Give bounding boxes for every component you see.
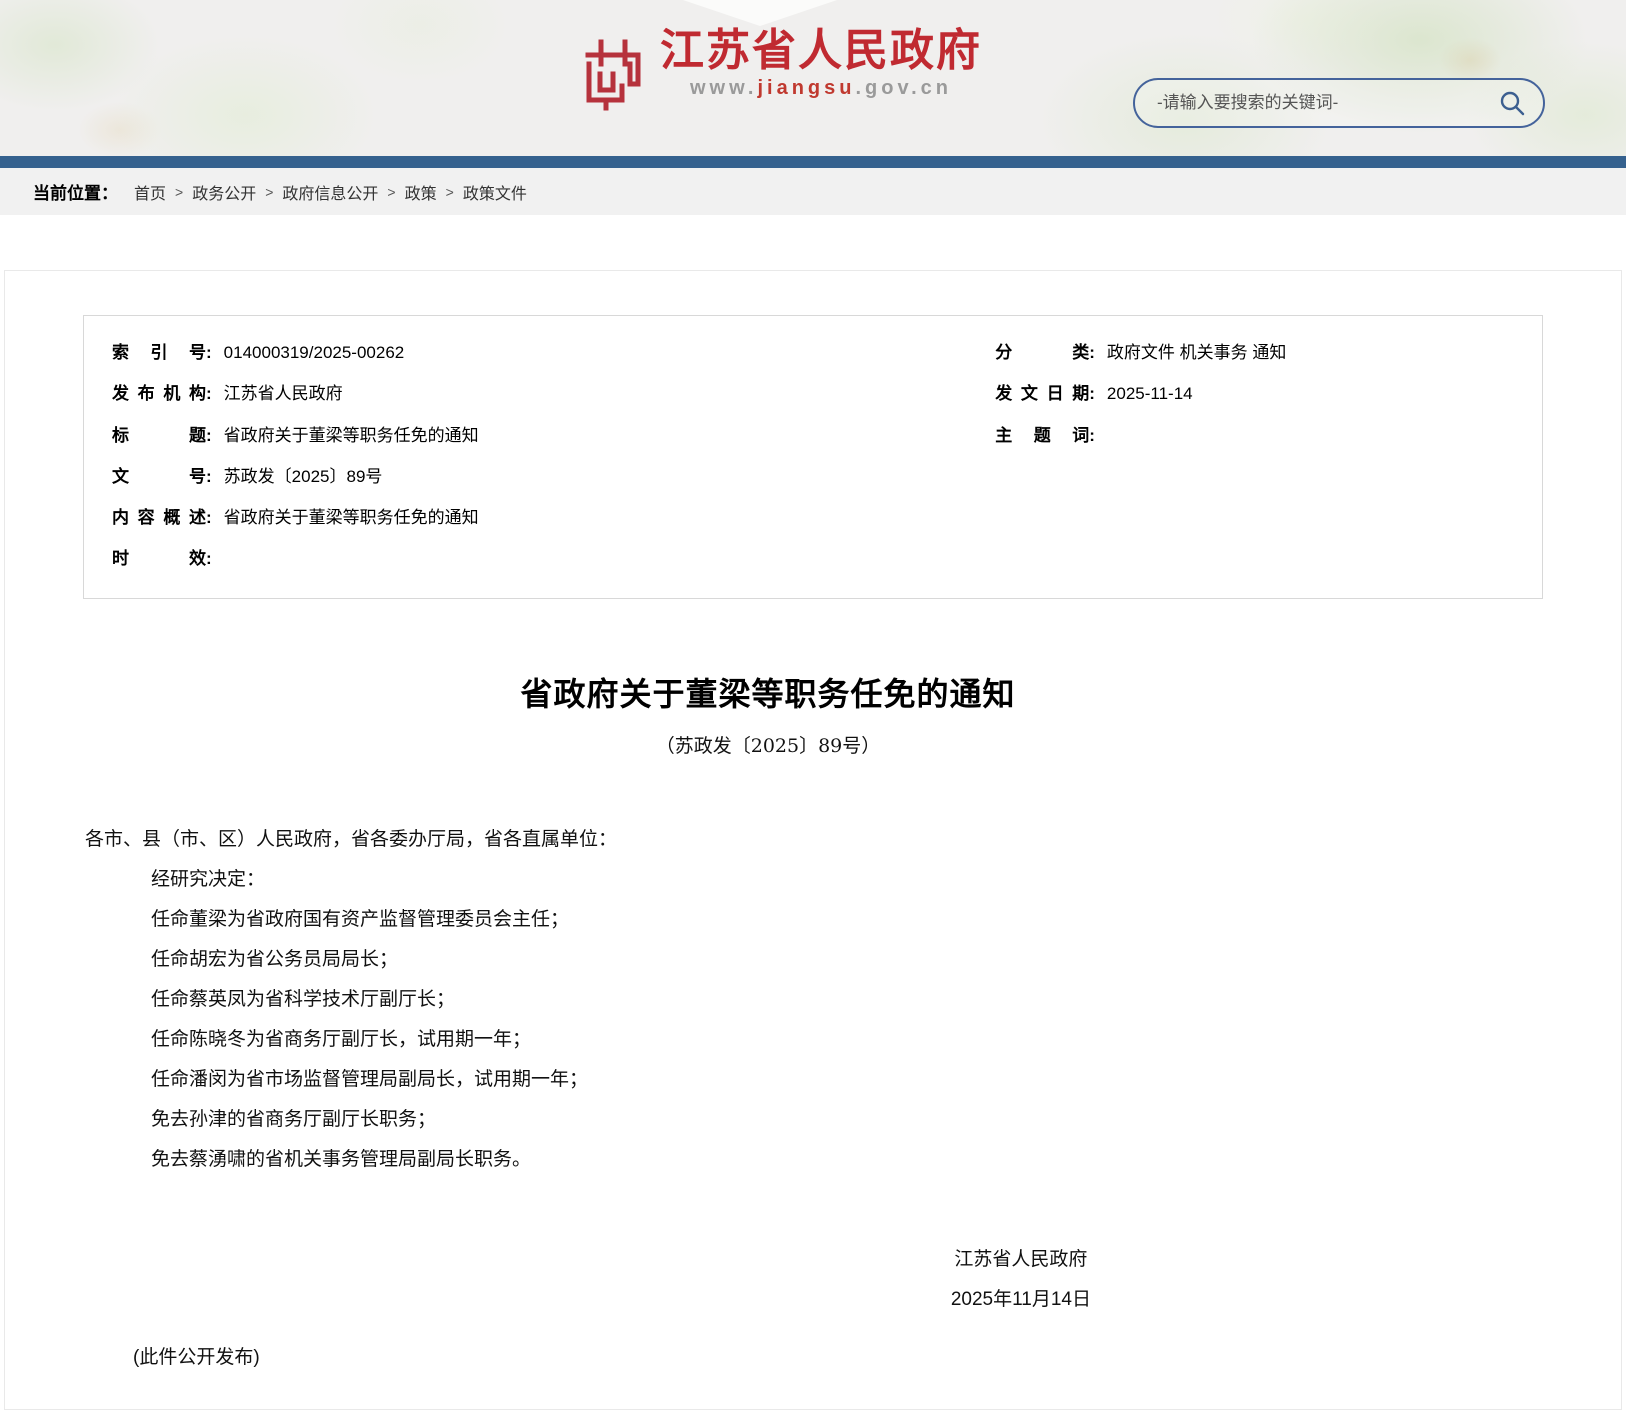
meta-label: 内容概述 xyxy=(112,507,206,528)
meta-row-category: 分类: 政府文件 机关事务 通知 xyxy=(995,342,1514,363)
meta-value: 2025-11-14 xyxy=(1107,383,1193,404)
meta-value: 省政府关于董梁等职务任免的通知 xyxy=(224,507,479,528)
meta-row-summary: 内容概述: 省政府关于董梁等职务任免的通知 xyxy=(112,507,995,528)
breadcrumb: 当前位置： 首页 > 政务公开 > 政府信息公开 > 政策 > 政策文件 xyxy=(0,168,1626,215)
meta-colon: : xyxy=(206,342,212,363)
meta-row-doc-number: 文号: 苏政发〔2025〕89号 xyxy=(112,466,995,487)
breadcrumb-separator: > xyxy=(265,184,273,200)
signature-org: 江苏省人民政府 xyxy=(951,1240,1091,1280)
site-url-domain: jiangsu xyxy=(757,77,855,99)
breadcrumb-label: 当前位置： xyxy=(33,179,118,204)
header-notch-decoration xyxy=(683,0,837,26)
meta-label: 发布机构 xyxy=(112,383,206,404)
document-paragraph: 任命潘闵为省市场监督管理局副局长，试用期一年； xyxy=(85,1060,1451,1100)
jiangsu-seal-icon xyxy=(576,34,648,112)
breadcrumb-link-policy[interactable]: 政策 xyxy=(405,180,437,204)
logo-text: 江苏省人民政府 www.jiangsu.gov.cn xyxy=(660,28,982,99)
document-body: 省政府关于董梁等职务任免的通知 （苏政发〔2025〕89号） 各市、县（市、区）… xyxy=(85,669,1451,1369)
breadcrumb-separator: > xyxy=(387,184,395,200)
meta-row-index-number: 索引号: 014000319/2025-00262 xyxy=(112,342,995,363)
site-header: 江苏省人民政府 www.jiangsu.gov.cn xyxy=(0,0,1626,156)
search-box xyxy=(1133,78,1545,128)
document-paragraph: 任命董梁为省政府国有资产监督管理委员会主任； xyxy=(85,900,1451,940)
document-paragraph: 经研究决定： xyxy=(85,860,1451,900)
meta-label: 时效 xyxy=(112,548,206,569)
meta-row-validity: 时效: xyxy=(112,548,995,569)
meta-label: 标题 xyxy=(112,425,206,446)
meta-colon: : xyxy=(206,466,212,487)
meta-colon: : xyxy=(206,383,212,404)
meta-value: 苏政发〔2025〕89号 xyxy=(224,466,383,487)
top-divider-bar xyxy=(0,156,1626,168)
document-number: （苏政发〔2025〕89号） xyxy=(85,731,1451,758)
site-url-suffix: .gov.cn xyxy=(855,77,952,99)
search-icon xyxy=(1497,88,1527,118)
breadcrumb-link-gov-info[interactable]: 政府信息公开 xyxy=(282,180,378,204)
signature-block: 江苏省人民政府 2025年11月14日 xyxy=(951,1240,1091,1320)
meta-row-issuing-agency: 发布机构: 江苏省人民政府 xyxy=(112,383,995,404)
meta-colon: : xyxy=(206,507,212,528)
breadcrumb-separator: > xyxy=(175,184,183,200)
breadcrumb-link-gov-affairs[interactable]: 政务公开 xyxy=(192,180,256,204)
content-panel: 索引号: 014000319/2025-00262 发布机构: 江苏省人民政府 … xyxy=(4,270,1622,1410)
document-paragraph: 任命蔡英凤为省科学技术厅副厅长； xyxy=(85,980,1451,1020)
signature-date: 2025年11月14日 xyxy=(951,1280,1091,1320)
meta-colon: : xyxy=(1089,342,1095,363)
breadcrumb-link-home[interactable]: 首页 xyxy=(134,180,166,204)
meta-label: 索引号 xyxy=(112,342,206,363)
breadcrumb-link-policy-docs[interactable]: 政策文件 xyxy=(463,180,527,204)
meta-value: 省政府关于董梁等职务任免的通知 xyxy=(224,425,479,446)
meta-value: 014000319/2025-00262 xyxy=(224,342,405,363)
public-release-note: (此件公开发布) xyxy=(85,1342,1451,1369)
document-paragraph: 任命胡宏为省公务员局局长； xyxy=(85,940,1451,980)
meta-label: 主题词 xyxy=(995,425,1089,446)
document-paragraph: 任命陈晓冬为省商务厅副厅长，试用期一年； xyxy=(85,1020,1451,1060)
document-paragraph: 免去蔡湧啸的省机关事务管理局副局长职务。 xyxy=(85,1140,1451,1180)
meta-colon: : xyxy=(206,425,212,446)
breadcrumb-separator: > xyxy=(446,184,454,200)
search-input[interactable] xyxy=(1157,93,1495,113)
meta-value: 江苏省人民政府 xyxy=(224,383,343,404)
meta-colon: : xyxy=(1089,383,1095,404)
meta-label: 文号 xyxy=(112,466,206,487)
site-name: 江苏省人民政府 xyxy=(660,28,982,74)
meta-value: 政府文件 机关事务 通知 xyxy=(1107,342,1286,363)
search-button[interactable] xyxy=(1495,86,1529,120)
meta-label: 分类 xyxy=(995,342,1089,363)
meta-colon: : xyxy=(206,548,212,569)
meta-row-issue-date: 发文日期: 2025-11-14 xyxy=(995,383,1514,404)
document-text: 各市、县（市、区）人民政府，省各委办厅局，省各直属单位： 经研究决定： 任命董梁… xyxy=(85,820,1451,1180)
meta-colon: : xyxy=(1089,425,1095,446)
site-url: www.jiangsu.gov.cn xyxy=(660,77,982,99)
document-salutation: 各市、县（市、区）人民政府，省各委办厅局，省各直属单位： xyxy=(85,820,1451,860)
meta-row-title: 标题: 省政府关于董梁等职务任免的通知 xyxy=(112,425,995,446)
document-title: 省政府关于董梁等职务任免的通知 xyxy=(85,669,1451,715)
site-logo[interactable]: 江苏省人民政府 www.jiangsu.gov.cn xyxy=(576,28,982,112)
meta-label: 发文日期 xyxy=(995,383,1089,404)
document-meta-table: 索引号: 014000319/2025-00262 发布机构: 江苏省人民政府 … xyxy=(83,315,1543,599)
meta-row-keywords: 主题词: xyxy=(995,425,1514,446)
meta-column-left: 索引号: 014000319/2025-00262 发布机构: 江苏省人民政府 … xyxy=(112,342,995,590)
document-paragraph: 免去孙津的省商务厅副厅长职务； xyxy=(85,1100,1451,1140)
meta-column-right: 分类: 政府文件 机关事务 通知 发文日期: 2025-11-14 主题词: xyxy=(995,342,1514,590)
site-url-www: www. xyxy=(690,77,757,99)
